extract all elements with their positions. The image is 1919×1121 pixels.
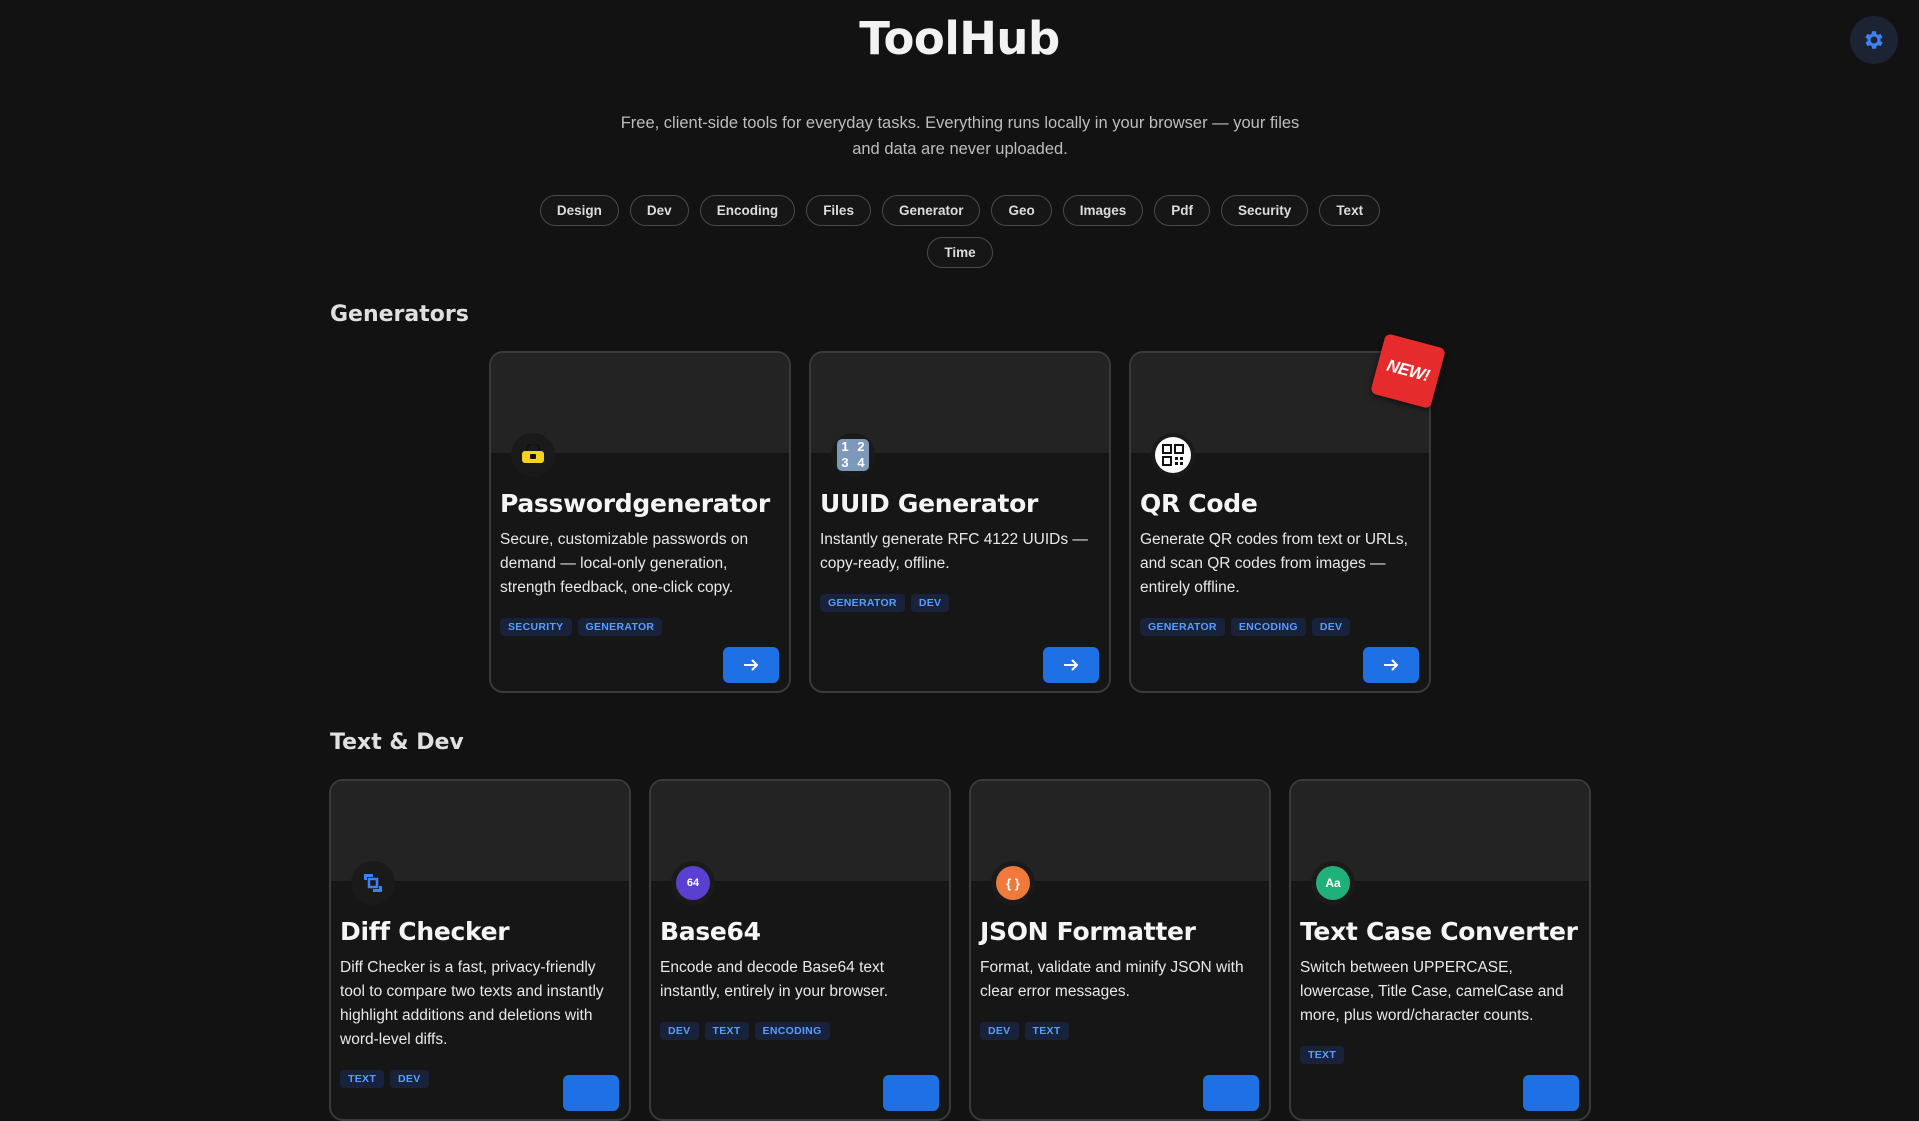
card-tags: GENERATOR DEV [820, 594, 950, 612]
tag: SECURITY [500, 618, 572, 636]
card-tags: SECURITY GENERATOR [500, 618, 663, 636]
section-title-text-dev: Text & Dev [330, 730, 464, 755]
tag: GENERATOR [820, 594, 905, 612]
tag: ENCODING [754, 1022, 830, 1040]
card-description: Switch between UPPERCASE, lowercase, Tit… [1300, 959, 1564, 1024]
card-title: Diff Checker [340, 917, 510, 946]
open-tool-button[interactable] [883, 1075, 939, 1111]
tool-card-uuid-generator[interactable]: 1234 UUID Generator Instantly generate R… [809, 351, 1111, 693]
card-title: UUID Generator [820, 489, 1039, 518]
card-title: JSON Formatter [980, 917, 1196, 946]
diff-icon [351, 861, 395, 905]
settings-button[interactable] [1850, 16, 1898, 64]
card-title: QR Code [1140, 489, 1258, 518]
card-title: Passwordgenerator [500, 489, 770, 518]
filter-chip-time[interactable]: Time [927, 237, 993, 268]
lock-icon [511, 433, 555, 477]
tool-card-password-generator[interactable]: Passwordgenerator Secure, customizable p… [489, 351, 791, 693]
tag: ENCODING [1230, 618, 1306, 636]
base64-icon: 64 [671, 861, 715, 905]
arrow-right-icon [1384, 659, 1399, 671]
filter-chip-geo[interactable]: Geo [991, 195, 1052, 226]
open-tool-button[interactable] [563, 1075, 619, 1111]
open-tool-button[interactable] [723, 647, 779, 683]
tag: DEV [1311, 618, 1351, 636]
tool-card-json-formatter[interactable]: { } JSON Formatter Format, validate and … [969, 779, 1271, 1121]
filter-chip-pdf[interactable]: Pdf [1154, 195, 1211, 226]
filter-chip-files[interactable]: Files [806, 195, 871, 226]
filter-chip-dev[interactable]: Dev [629, 195, 689, 226]
tag: GENERATOR [577, 618, 663, 636]
tool-card-text-case-converter[interactable]: Aa Text Case Converter Switch between UP… [1289, 779, 1591, 1121]
arrow-right-icon [744, 659, 759, 671]
tag: DEV [660, 1022, 699, 1040]
filter-chip-images[interactable]: Images [1062, 195, 1144, 226]
card-description: Encode and decode Base64 text instantly,… [660, 959, 889, 1000]
card-tags: TEXT [1300, 1046, 1345, 1064]
open-tool-button[interactable] [1363, 647, 1419, 683]
section-title-generators: Generators [330, 302, 469, 327]
qr-code-icon [1151, 433, 1195, 477]
tag: DEV [390, 1070, 429, 1088]
filter-chip-encoding[interactable]: Encoding [699, 195, 796, 226]
card-tags: DEV TEXT ENCODING [660, 1022, 830, 1040]
card-tags: TEXT DEV [340, 1070, 429, 1088]
tag: TEXT [1300, 1046, 1345, 1064]
gear-icon [1865, 31, 1883, 49]
tool-card-qr-code[interactable]: QR Code Generate QR codes from text or U… [1129, 351, 1431, 693]
tag: TEXT [704, 1022, 749, 1040]
card-description: Instantly generate RFC 4122 UUIDs — copy… [820, 531, 1088, 572]
tag: GENERATOR [1140, 618, 1225, 636]
tag: TEXT [1024, 1022, 1069, 1040]
card-description: Generate QR codes from text or URLs, and… [1140, 531, 1408, 596]
card-description: Diff Checker is a fast, privacy-friendly… [340, 959, 604, 1048]
page-subtitle: Free, client-side tools for everyday tas… [620, 114, 1300, 158]
card-description: Format, validate and minify JSON with cl… [980, 959, 1244, 1000]
tag: DEV [910, 594, 950, 612]
text-case-icon: Aa [1311, 861, 1355, 905]
filter-chip-design[interactable]: Design [539, 195, 619, 226]
filter-chip-generator[interactable]: Generator [881, 195, 981, 226]
open-tool-button[interactable] [1203, 1075, 1259, 1111]
card-tags: DEV TEXT [980, 1022, 1069, 1040]
category-filters: Design Dev Encoding Files Generator Geo … [520, 195, 1400, 268]
tool-card-diff-checker[interactable]: Diff Checker Diff Checker is a fast, pri… [329, 779, 631, 1121]
card-description: Secure, customizable passwords on demand… [500, 531, 749, 596]
card-title: Base64 [660, 917, 761, 946]
tag: TEXT [340, 1070, 385, 1088]
braces-icon: { } [991, 861, 1035, 905]
card-title: Text Case Converter [1300, 917, 1578, 946]
filter-chip-text[interactable]: Text [1319, 195, 1381, 226]
numbers-icon: 1234 [831, 433, 875, 477]
open-tool-button[interactable] [1523, 1075, 1579, 1111]
open-tool-button[interactable] [1043, 647, 1099, 683]
tag: DEV [980, 1022, 1019, 1040]
site-title: ToolHub [859, 12, 1060, 65]
arrow-right-icon [1064, 659, 1079, 671]
filter-chip-security[interactable]: Security [1221, 195, 1309, 226]
tool-card-base64[interactable]: 64 Base64 Encode and decode Base64 text … [649, 779, 951, 1121]
card-tags: GENERATOR ENCODING DEV [1140, 618, 1351, 636]
